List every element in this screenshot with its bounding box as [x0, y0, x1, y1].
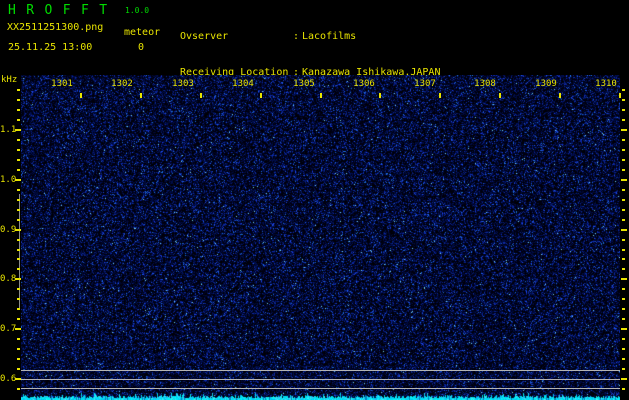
y-axis-minor-tick	[17, 338, 20, 340]
y-axis-major-tick	[621, 378, 627, 380]
y-axis-minor-tick	[622, 159, 625, 161]
y-axis-minor-tick	[622, 89, 625, 91]
y-axis-minor-tick	[622, 368, 625, 370]
y-axis-minor-tick	[622, 139, 625, 141]
y-axis-minor-tick	[17, 119, 20, 121]
time-label: 1302	[111, 79, 133, 89]
y-axis-minor-tick	[17, 258, 20, 260]
time-label: 1304	[232, 79, 254, 89]
time-label: 1309	[535, 79, 557, 89]
y-axis-minor-tick	[17, 209, 20, 211]
y-axis-minor-tick	[622, 308, 625, 310]
y-axis-minor-tick	[622, 119, 625, 121]
y-axis-minor-tick	[622, 99, 625, 101]
y-axis-major-tick	[15, 129, 21, 131]
y-axis-label: 1.1	[0, 125, 17, 135]
y-axis-label: 0.9	[0, 225, 17, 235]
y-axis-minor-tick	[622, 219, 625, 221]
y-axis-label: 1.0	[0, 175, 17, 185]
y-axis-major-tick	[621, 229, 627, 231]
time-axis-tick	[439, 93, 441, 98]
hrofft-screen: H R O F F T 1.0.0 XX2511251300.png meteo…	[0, 0, 629, 400]
y-axis-minor-tick	[17, 368, 20, 370]
y-axis-minor-tick	[622, 109, 625, 111]
y-axis-minor-tick	[622, 149, 625, 151]
spectrogram-plot: kHz 1.1 1.0 0.9 0.8 0.7 0.6 1301 1302 13…	[0, 0, 629, 400]
y-axis-minor-tick	[17, 99, 20, 101]
y-axis-major-tick	[621, 179, 627, 181]
time-label: 1308	[474, 79, 496, 89]
time-label: 1303	[172, 79, 194, 89]
y-axis-minor-tick	[17, 89, 20, 91]
y-axis-minor-tick	[17, 358, 20, 360]
y-axis-minor-tick	[17, 219, 20, 221]
time-label: 1307	[414, 79, 436, 89]
y-axis-minor-tick	[17, 298, 20, 300]
y-axis-major-tick	[15, 179, 21, 181]
y-axis-minor-tick	[17, 239, 20, 241]
y-axis-minor-tick	[622, 348, 625, 350]
y-axis-minor-tick	[622, 338, 625, 340]
y-axis-minor-tick	[622, 209, 625, 211]
y-axis-unit-label: kHz	[1, 75, 18, 85]
time-axis-tick	[140, 93, 142, 98]
spectrogram-noise-field	[21, 75, 620, 400]
y-axis-minor-tick	[17, 348, 20, 350]
y-axis-minor-tick	[17, 199, 20, 201]
y-axis-minor-tick	[17, 388, 20, 390]
time-axis-tick	[320, 93, 322, 98]
y-axis-minor-tick	[622, 358, 625, 360]
y-axis-minor-tick	[622, 318, 625, 320]
reference-line-center	[21, 379, 620, 380]
y-axis-minor-tick	[622, 189, 625, 191]
time-label: 1310	[595, 79, 617, 89]
time-label: 1301	[51, 79, 73, 89]
reference-line-lower	[21, 388, 620, 389]
time-axis-tick	[379, 93, 381, 98]
y-axis-minor-tick	[622, 258, 625, 260]
y-axis-label: 0.8	[0, 274, 17, 284]
y-axis-minor-tick	[622, 249, 625, 251]
time-axis-tick	[260, 93, 262, 98]
y-axis-minor-tick	[17, 318, 20, 320]
y-axis-minor-tick	[622, 388, 625, 390]
y-axis-minor-tick	[622, 239, 625, 241]
y-axis-minor-tick	[17, 109, 20, 111]
reference-line-upper	[21, 370, 620, 371]
y-axis-minor-tick	[622, 298, 625, 300]
y-axis-minor-tick	[622, 169, 625, 171]
time-label: 1306	[353, 79, 375, 89]
y-axis-minor-tick	[17, 268, 20, 270]
y-axis-minor-tick	[17, 189, 20, 191]
y-axis-major-tick	[15, 278, 21, 280]
time-label: 1305	[293, 79, 315, 89]
y-axis-minor-tick	[17, 249, 20, 251]
y-axis-label: 0.6	[0, 374, 17, 384]
y-axis-minor-tick	[17, 169, 20, 171]
y-axis-minor-tick	[17, 159, 20, 161]
axis-marker-bar	[19, 194, 20, 308]
y-axis-major-tick	[15, 229, 21, 231]
y-axis-minor-tick	[17, 288, 20, 290]
time-axis-tick	[499, 93, 501, 98]
y-axis-major-tick	[621, 129, 627, 131]
time-axis-tick	[619, 93, 621, 98]
time-axis-tick	[80, 93, 82, 98]
y-axis-label: 0.7	[0, 324, 17, 334]
y-axis-minor-tick	[622, 268, 625, 270]
y-axis-major-tick	[621, 328, 627, 330]
time-axis-tick	[559, 93, 561, 98]
y-axis-major-tick	[15, 328, 21, 330]
y-axis-minor-tick	[17, 149, 20, 151]
y-axis-minor-tick	[622, 288, 625, 290]
y-axis-minor-tick	[17, 139, 20, 141]
y-axis-minor-tick	[622, 199, 625, 201]
y-axis-major-tick	[621, 278, 627, 280]
y-axis-minor-tick	[17, 308, 20, 310]
y-axis-major-tick	[15, 378, 21, 380]
time-axis-tick	[200, 93, 202, 98]
